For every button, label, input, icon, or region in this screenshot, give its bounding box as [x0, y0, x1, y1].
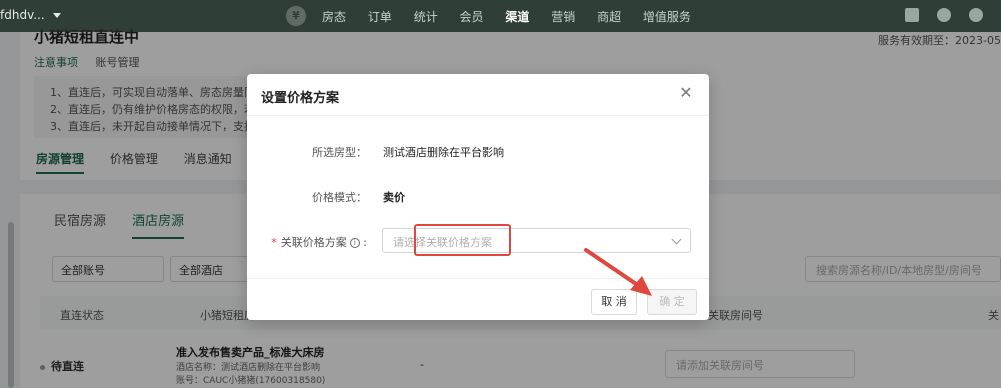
nav-item-value-added[interactable]: 增值服务 — [643, 10, 691, 24]
room-type-value: 测试酒店删除在平台影响 — [383, 146, 504, 159]
dialog-title: 设置价格方案 — [261, 91, 340, 106]
top-nav-bar: fdhdv... ¥ 房态 订单 统计 会员 渠道 营销 商超 增值服务 — [0, 0, 1001, 32]
chevron-down-icon — [52, 13, 61, 18]
arrow-head — [630, 276, 652, 296]
price-plan-label-text: 关联价格方案 — [280, 236, 347, 249]
nav-item-channels[interactable]: 渠道 — [505, 10, 529, 24]
nav-item-orders[interactable]: 订单 — [368, 10, 392, 24]
annotation-arrow-icon — [584, 248, 652, 296]
account-name: fdhdv... — [0, 8, 45, 22]
account-switcher[interactable]: fdhdv... — [0, 8, 61, 22]
yen-logo-icon: ¥ — [286, 6, 306, 26]
main-nav: 房态 订单 统计 会员 渠道 营销 商超 增值服务 — [322, 8, 709, 25]
price-mode-value: 卖价 — [383, 191, 405, 204]
required-asterisk: * — [271, 236, 277, 249]
label-colon: : — [359, 236, 367, 249]
nav-item-statistics[interactable]: 统计 — [414, 10, 438, 24]
nav-item-members[interactable]: 会员 — [460, 10, 484, 24]
user-icon[interactable] — [969, 8, 983, 22]
nav-item-room-status[interactable]: 房态 — [322, 10, 346, 24]
price-plan-label: * 关联价格方案 i : — [247, 234, 367, 250]
nav-item-marketing[interactable]: 营销 — [551, 10, 575, 24]
help-icon[interactable] — [937, 8, 951, 22]
dialog-header: 设置价格方案 ✕ — [247, 74, 709, 116]
room-type-label: 所选房型： — [312, 146, 367, 159]
chevron-down-icon — [671, 234, 682, 245]
info-icon[interactable]: i — [349, 238, 360, 248]
close-icon[interactable]: ✕ — [677, 84, 695, 102]
nav-item-mall[interactable]: 商超 — [597, 10, 621, 24]
highlight-box — [414, 224, 511, 256]
message-icon[interactable] — [905, 8, 919, 22]
arrow-shaft — [584, 248, 644, 290]
price-mode-label: 价格模式： — [312, 191, 367, 204]
top-right-icons — [887, 8, 983, 25]
